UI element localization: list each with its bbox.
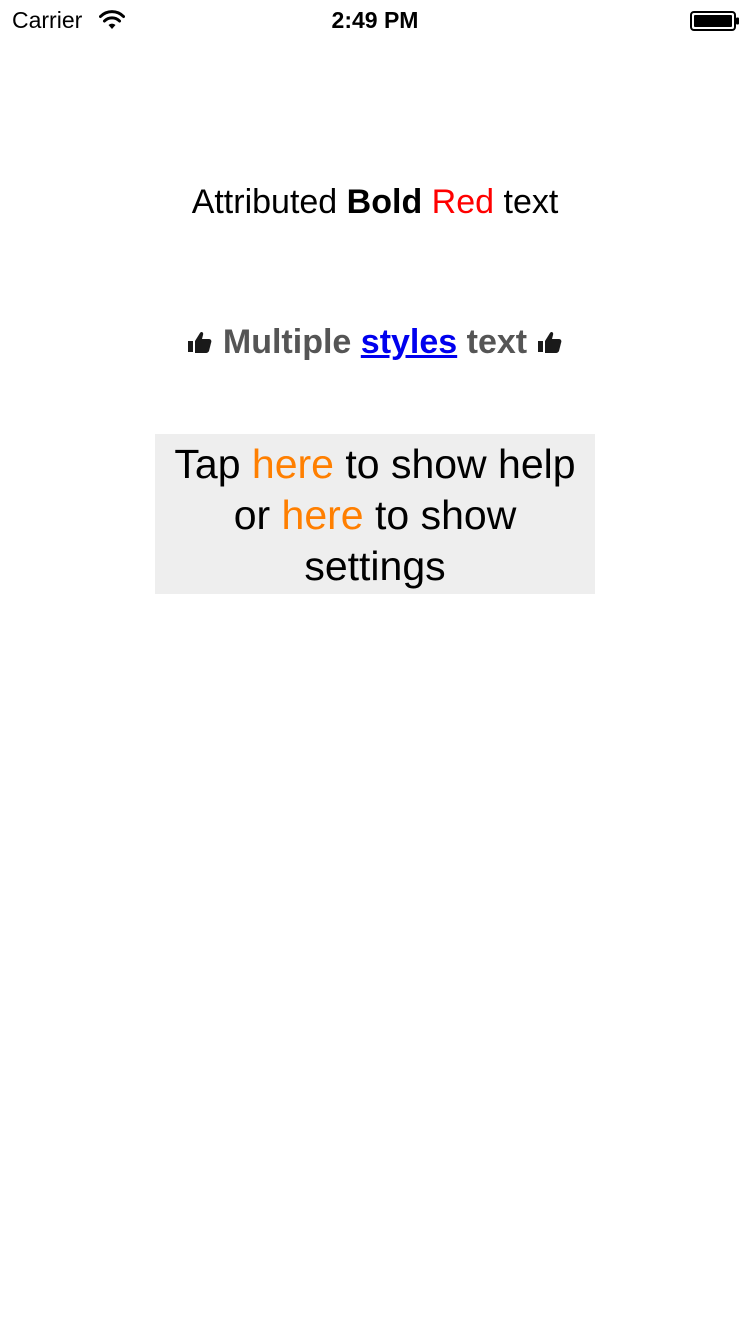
tap-line-1: Tap here to show help [155, 439, 595, 490]
attributed-text-label: Attributed Bold Red text [0, 180, 750, 224]
tap-text-help: to show help [333, 441, 576, 487]
multiple-styles-text: Multiple [222, 323, 361, 361]
tap-help-settings-label: Tap here to show help or here to show se… [155, 434, 595, 594]
attributed-text-bold: Bold [346, 183, 423, 221]
help-link[interactable]: here [252, 441, 334, 487]
tap-text: Tap [174, 441, 252, 487]
tap-text-show: to show [363, 492, 517, 538]
tap-line-3: settings [155, 541, 595, 592]
thumbs-up-icon [537, 331, 561, 353]
tap-text-or: or [233, 492, 282, 538]
multiple-styles-tail: text [457, 323, 528, 361]
styles-link[interactable]: styles [361, 323, 457, 361]
attributed-text-plain: Attributed [191, 183, 347, 221]
multiple-styles-label: Multiple styles text [0, 320, 750, 364]
status-bar: Carrier 2:49 PM [0, 0, 750, 40]
settings-link[interactable]: here [282, 492, 364, 538]
status-time: 2:49 PM [331, 7, 419, 33]
tap-text-settings: settings [304, 543, 446, 589]
thumbs-up-icon [188, 331, 212, 353]
attributed-text-tail: text [494, 183, 559, 221]
attributed-text-red: Red [431, 183, 495, 221]
tap-line-2: or here to show [155, 490, 595, 541]
battery-icon [690, 11, 739, 31]
attributed-text-space [422, 183, 431, 221]
